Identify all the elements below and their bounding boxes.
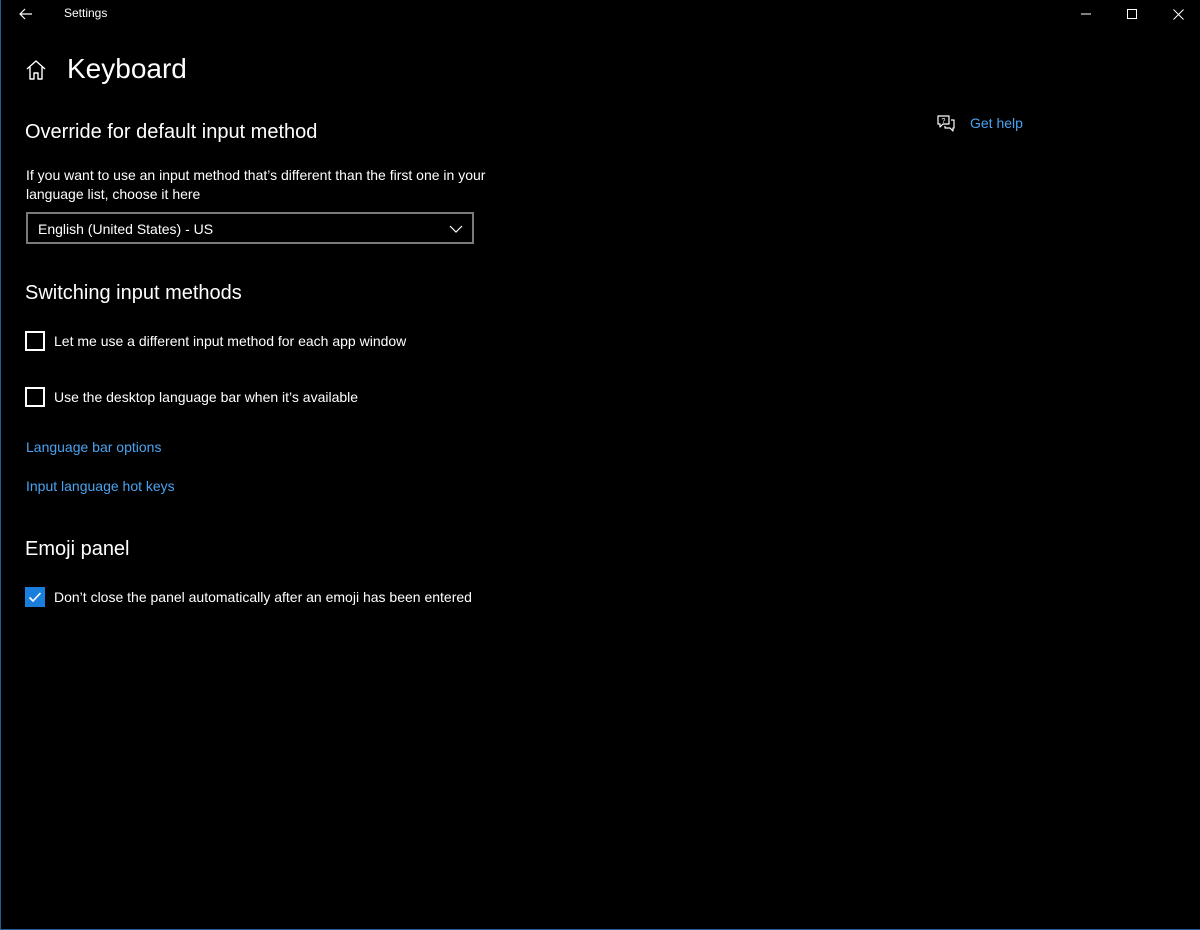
get-help-link[interactable]: ? Get help — [936, 114, 1023, 132]
app-title: Settings — [64, 6, 108, 20]
help-chat-icon: ? — [937, 115, 955, 132]
close-icon — [1172, 8, 1184, 20]
title-bar: Settings — [1, 0, 1200, 28]
override-heading: Override for default input method — [25, 121, 318, 143]
language-bar-options-link[interactable]: Language bar options — [26, 439, 161, 455]
back-arrow-icon — [19, 8, 32, 20]
per-app-input-label: Let me use a different input method for … — [54, 333, 407, 349]
input-language-hot-keys-link[interactable]: Input language hot keys — [26, 478, 175, 494]
dropdown-selected-value: English (United States) - US — [38, 221, 214, 237]
language-bar-checkbox[interactable] — [25, 387, 45, 407]
back-button[interactable] — [9, 0, 43, 28]
emoji-panel-label: Don’t close the panel automatically afte… — [54, 589, 472, 605]
checkmark-icon — [28, 592, 42, 603]
settings-window: Settings Keyboard ? Get help Override fo… — [0, 0, 1200, 930]
emoji-panel-checkbox[interactable] — [25, 587, 45, 607]
language-bar-checkbox-row[interactable]: Use the desktop language bar when it’s a… — [25, 387, 358, 407]
close-button[interactable] — [1155, 0, 1200, 28]
override-description: If you want to use an input method that’… — [26, 167, 486, 202]
home-icon[interactable] — [25, 59, 47, 81]
svg-text:?: ? — [942, 118, 946, 125]
maximize-button[interactable] — [1109, 0, 1155, 28]
per-app-input-checkbox-row[interactable]: Let me use a different input method for … — [25, 331, 406, 351]
emoji-panel-checkbox-row[interactable]: Don’t close the panel automatically afte… — [25, 587, 472, 607]
language-bar-label: Use the desktop language bar when it’s a… — [54, 389, 359, 405]
minimize-icon — [1081, 13, 1091, 15]
switching-heading: Switching input methods — [25, 282, 242, 304]
get-help-label: Get help — [970, 115, 1023, 131]
emoji-heading: Emoji panel — [25, 538, 130, 560]
input-method-dropdown[interactable]: English (United States) - US — [26, 212, 474, 244]
chevron-down-icon — [449, 225, 463, 233]
per-app-input-checkbox[interactable] — [25, 331, 45, 351]
page-title: Keyboard — [67, 53, 187, 84]
maximize-icon — [1127, 9, 1137, 19]
minimize-button[interactable] — [1063, 0, 1109, 28]
